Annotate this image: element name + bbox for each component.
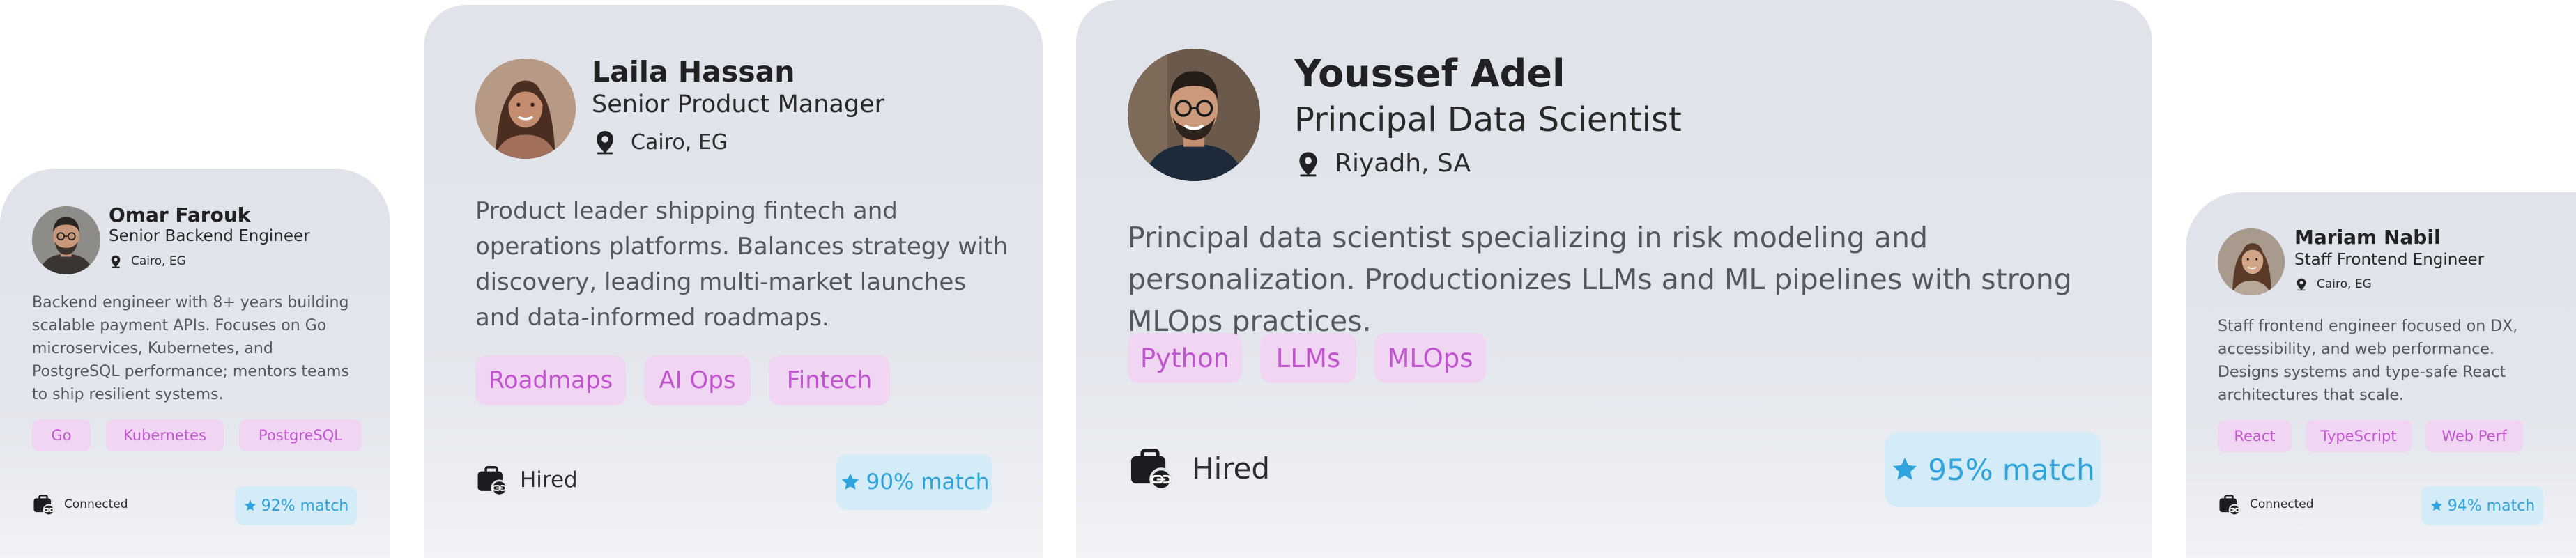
skill-tags: Python LLMs MLOps bbox=[1128, 333, 1486, 383]
location-pin-icon bbox=[2294, 277, 2308, 291]
skill-tag[interactable]: Go bbox=[32, 419, 91, 451]
candidate-name: Youssef Adel bbox=[1294, 52, 1565, 95]
briefcase-link-icon bbox=[475, 464, 507, 496]
candidate-name: Laila Hassan bbox=[592, 55, 795, 88]
status-indicator: Hired bbox=[475, 464, 578, 496]
skill-tag[interactable]: React bbox=[2218, 420, 2292, 452]
candidate-bio: Product leader shipping fintech and oper… bbox=[475, 197, 1009, 332]
location-pin-icon bbox=[1294, 150, 1322, 178]
skill-tag[interactable]: TypeScript bbox=[2306, 420, 2412, 452]
avatar bbox=[1128, 49, 1260, 181]
skill-tag[interactable]: Fintech bbox=[769, 355, 890, 405]
avatar bbox=[2218, 228, 2285, 295]
status-label: Connected bbox=[2250, 497, 2314, 511]
match-badge: 92% match bbox=[235, 486, 357, 525]
briefcase-link-icon bbox=[1128, 446, 1172, 490]
location-label: Cairo, EG bbox=[131, 254, 186, 268]
avatar-photo bbox=[32, 206, 100, 274]
skill-tags: Roadmaps AI Ops Fintech bbox=[475, 355, 890, 405]
avatar bbox=[32, 206, 100, 274]
candidate-name: Omar Farouk bbox=[109, 203, 251, 226]
skill-tag[interactable]: LLMs bbox=[1260, 333, 1356, 383]
candidate-location: Riyadh, SA bbox=[1294, 149, 1471, 178]
avatar-photo bbox=[2218, 228, 2285, 295]
star-icon bbox=[243, 499, 257, 513]
status-label: Connected bbox=[64, 497, 128, 511]
briefcase-link-icon bbox=[32, 493, 54, 516]
skill-tag[interactable]: PostgreSQL bbox=[239, 419, 362, 451]
skill-tag[interactable]: Roadmaps bbox=[475, 355, 626, 405]
match-badge: 95% match bbox=[1885, 432, 2101, 507]
candidate-bio: Backend engineer with 8+ years building … bbox=[32, 294, 349, 403]
status-indicator: Connected bbox=[32, 493, 128, 516]
candidate-bio: Principal data scientist specializing in… bbox=[1128, 221, 2072, 338]
candidate-title: Senior Product Manager bbox=[592, 91, 885, 118]
location-label: Riyadh, SA bbox=[1335, 149, 1471, 178]
location-pin-icon bbox=[109, 254, 123, 268]
status-indicator: Hired bbox=[1128, 446, 1270, 490]
match-label: 94% match bbox=[2447, 497, 2536, 515]
skill-tags: Go Kubernetes PostgreSQL bbox=[32, 419, 362, 451]
match-label: 90% match bbox=[866, 470, 990, 495]
candidate-card-omar-farouk[interactable]: Omar Farouk Senior Backend Engineer Cair… bbox=[0, 169, 390, 558]
candidate-name: Mariam Nabil bbox=[2294, 226, 2441, 249]
match-badge: 94% match bbox=[2421, 486, 2543, 525]
skill-tag[interactable]: Python bbox=[1128, 333, 1242, 383]
skill-tag[interactable]: Web Perf bbox=[2425, 420, 2523, 452]
status-label: Hired bbox=[520, 467, 578, 493]
candidate-title: Principal Data Scientist bbox=[1294, 100, 1682, 139]
avatar-photo bbox=[1128, 49, 1260, 181]
status-label: Hired bbox=[1192, 451, 1271, 486]
briefcase-link-icon bbox=[2218, 493, 2240, 516]
candidate-card-youssef-adel[interactable]: Youssef Adel Principal Data Scientist Ri… bbox=[1076, 0, 2152, 558]
location-pin-icon bbox=[592, 129, 618, 155]
candidate-bio: Staff frontend engineer focused on DX, a… bbox=[2218, 318, 2518, 404]
candidate-location: Cairo, EG bbox=[109, 254, 186, 268]
candidate-title: Staff Frontend Engineer bbox=[2294, 251, 2485, 269]
candidate-location: Cairo, EG bbox=[2294, 277, 2372, 291]
skill-tag[interactable]: Kubernetes bbox=[106, 419, 224, 451]
location-label: Cairo, EG bbox=[631, 130, 728, 155]
avatar bbox=[475, 59, 576, 159]
star-icon bbox=[2430, 499, 2444, 513]
match-label: 95% match bbox=[1928, 452, 2095, 487]
match-badge: 90% match bbox=[836, 454, 992, 510]
candidate-title: Senior Backend Engineer bbox=[109, 227, 310, 245]
match-label: 92% match bbox=[261, 497, 349, 515]
skill-tags: React TypeScript Web Perf bbox=[2218, 420, 2523, 452]
candidate-location: Cairo, EG bbox=[592, 129, 728, 155]
avatar-photo bbox=[475, 59, 576, 159]
skill-tag[interactable]: MLOps bbox=[1374, 333, 1486, 383]
star-icon bbox=[840, 472, 861, 493]
candidate-card-mariam-nabil[interactable]: Mariam Nabil Staff Frontend Engineer Cai… bbox=[2186, 192, 2576, 558]
location-label: Cairo, EG bbox=[2317, 277, 2372, 291]
candidate-card-laila-hassan[interactable]: Laila Hassan Senior Product Manager Cair… bbox=[424, 5, 1043, 558]
skill-tag[interactable]: AI Ops bbox=[644, 355, 751, 405]
status-indicator: Connected bbox=[2218, 493, 2314, 516]
star-icon bbox=[1890, 455, 1919, 484]
